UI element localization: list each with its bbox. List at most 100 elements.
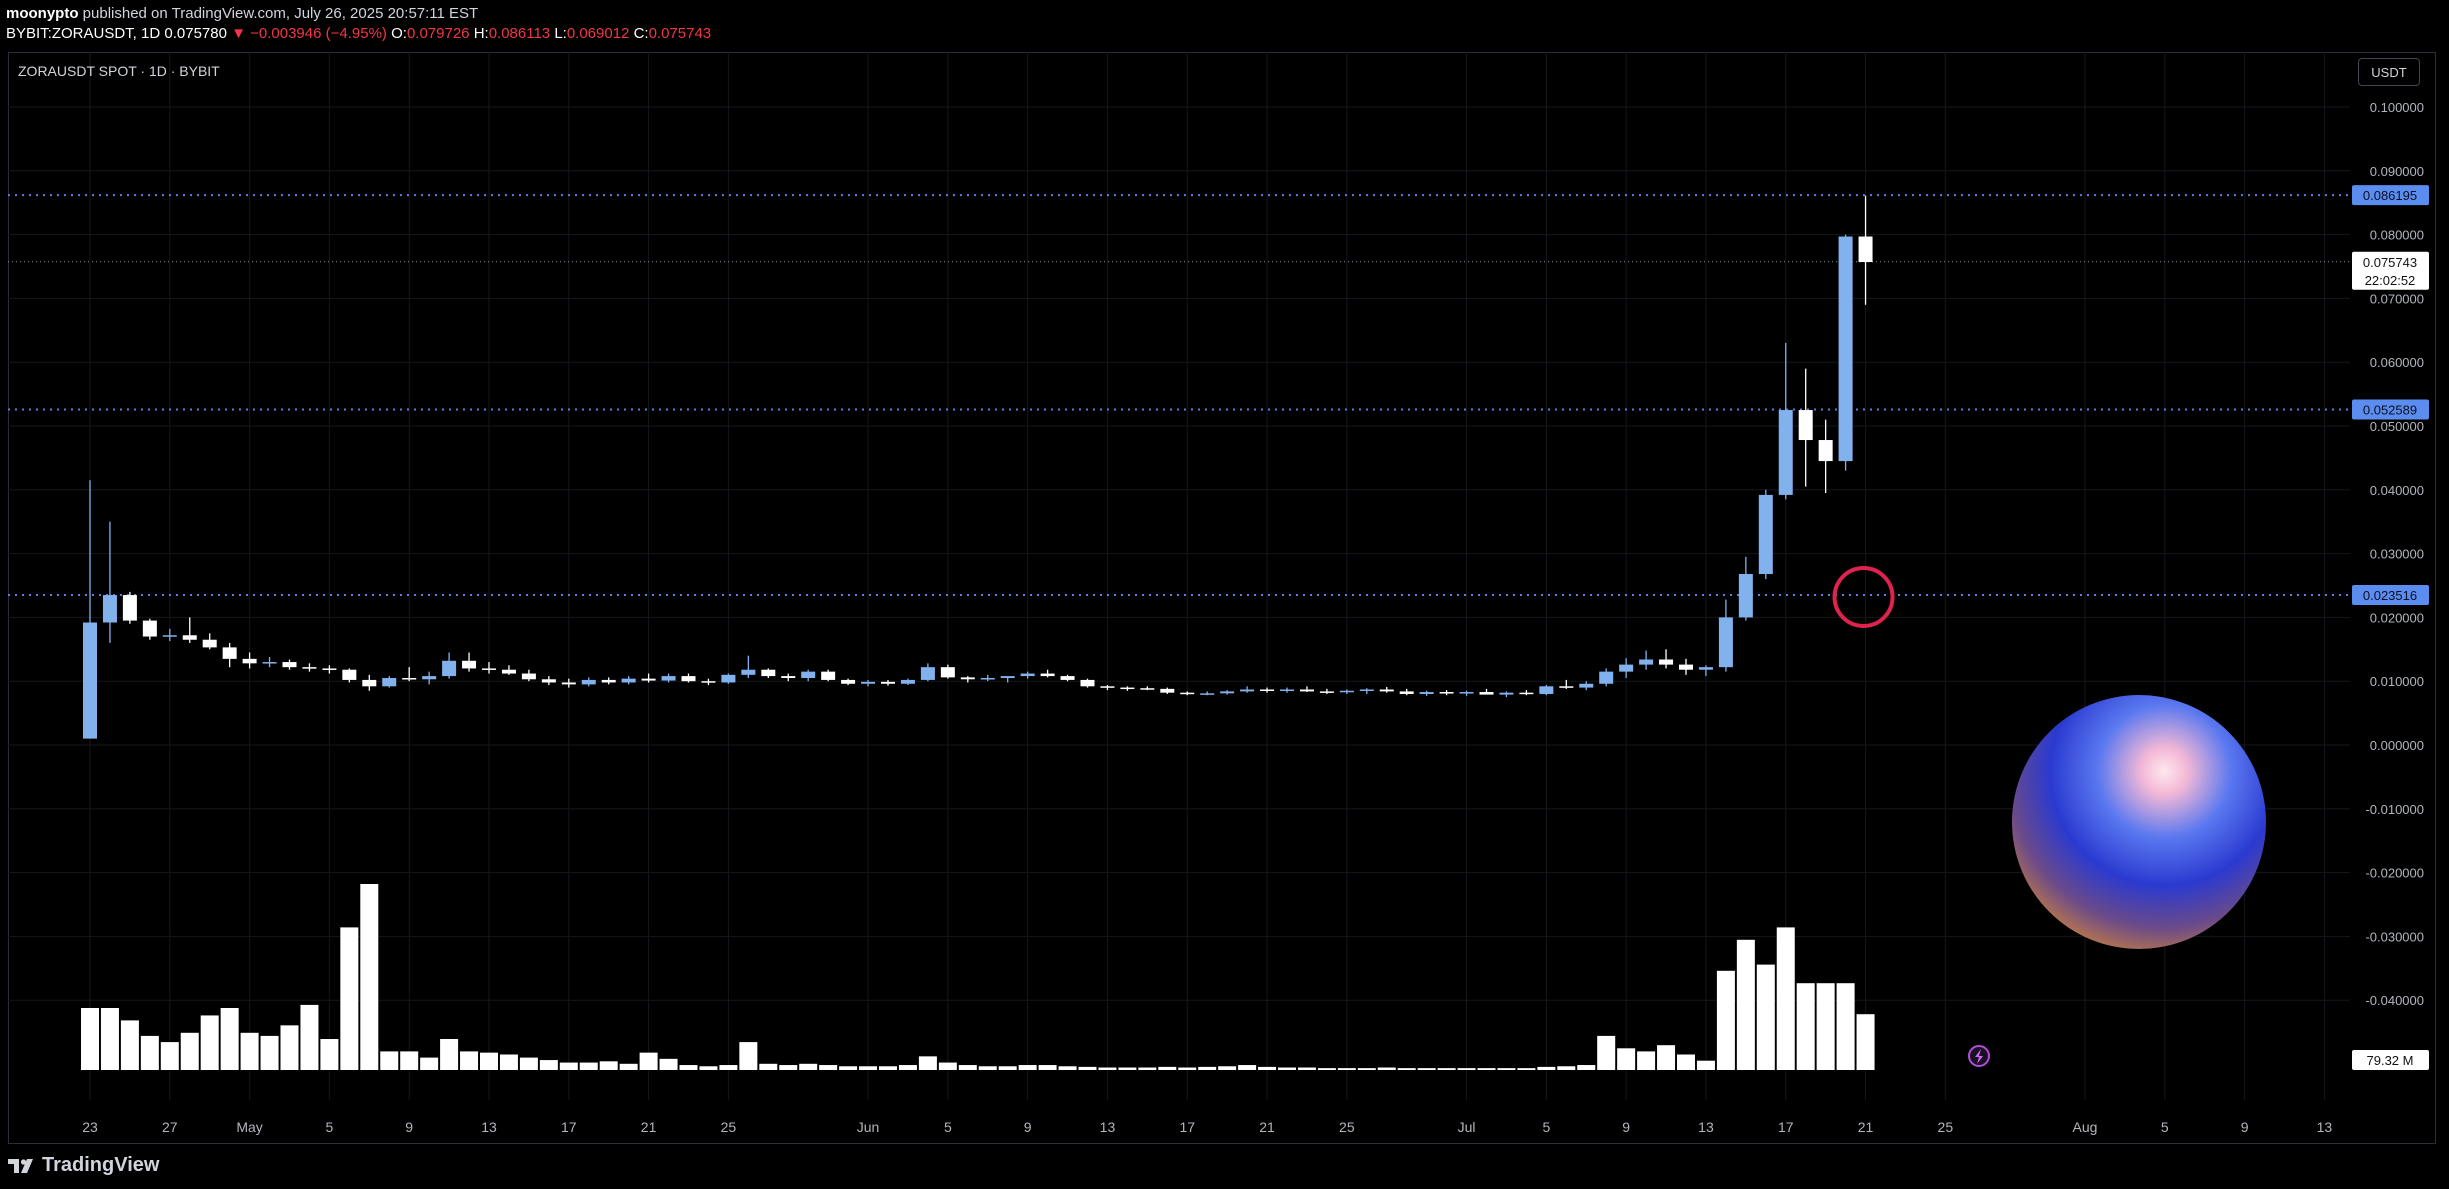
volume-bar bbox=[1617, 1048, 1636, 1070]
volume-bar bbox=[140, 1035, 159, 1070]
candle-body bbox=[262, 662, 277, 664]
volume-bar bbox=[839, 1066, 858, 1070]
candle-body bbox=[1499, 692, 1514, 695]
candle-body bbox=[102, 595, 117, 623]
y-tick-label: 0.070000 bbox=[2370, 291, 2424, 306]
candle-body bbox=[1718, 617, 1733, 668]
candle-body bbox=[1339, 690, 1354, 693]
volume-bar bbox=[1816, 983, 1835, 1070]
level-label: 0.023516 bbox=[2363, 588, 2417, 603]
candle-body bbox=[222, 647, 237, 659]
volume-bar bbox=[120, 1020, 139, 1070]
candle-body bbox=[781, 676, 796, 679]
x-tick-label: 13 bbox=[1100, 1119, 1116, 1135]
candle-body bbox=[242, 658, 257, 664]
candle-body bbox=[1419, 692, 1434, 694]
volume-bar bbox=[1856, 1014, 1875, 1070]
candle-body bbox=[881, 681, 895, 684]
volume-bar bbox=[1716, 970, 1735, 1070]
candle-body bbox=[83, 622, 97, 739]
volume-bar bbox=[1058, 1066, 1077, 1070]
volume-bar bbox=[1138, 1067, 1157, 1070]
volume-bar bbox=[460, 1051, 479, 1070]
y-tick-label: 0.100000 bbox=[2370, 100, 2424, 115]
volume-bar bbox=[659, 1058, 678, 1070]
volume-bar bbox=[420, 1057, 439, 1070]
volume-bar bbox=[1756, 964, 1775, 1070]
candle-body bbox=[960, 677, 975, 680]
volume-bar bbox=[100, 1008, 119, 1070]
candle-body bbox=[661, 676, 676, 681]
volume-bar bbox=[1118, 1067, 1137, 1070]
candle-body bbox=[1599, 671, 1614, 684]
y-tick-label: 0.090000 bbox=[2370, 164, 2424, 179]
x-tick-label: 25 bbox=[1339, 1119, 1355, 1135]
volume-bar bbox=[1357, 1068, 1376, 1070]
candle-body bbox=[122, 595, 137, 621]
volume-bar bbox=[978, 1066, 997, 1070]
volume-bar bbox=[1836, 983, 1855, 1070]
volume-bar bbox=[81, 1008, 99, 1070]
volume-bar bbox=[619, 1063, 638, 1070]
candle-body bbox=[1738, 574, 1753, 618]
candle-body bbox=[821, 671, 836, 680]
candle-body bbox=[1280, 689, 1294, 691]
y-tick-label: 0.010000 bbox=[2370, 674, 2424, 689]
volume-bar bbox=[1337, 1068, 1356, 1070]
candle-body bbox=[801, 671, 816, 679]
volume-bar bbox=[1437, 1068, 1456, 1070]
volume-bar bbox=[1557, 1066, 1576, 1070]
candle-body bbox=[1659, 659, 1674, 665]
volume-bar bbox=[579, 1062, 598, 1070]
x-tick-label: 17 bbox=[1179, 1119, 1195, 1135]
x-tick-label: 25 bbox=[721, 1119, 737, 1135]
candle-body bbox=[501, 669, 516, 674]
x-tick-label: 5 bbox=[944, 1119, 952, 1135]
candle-body bbox=[1639, 659, 1654, 665]
volume-bar bbox=[320, 1039, 339, 1070]
symbol-label: ZORAUSDT SPOT · 1D · BYBIT bbox=[18, 63, 220, 79]
volume-bar bbox=[958, 1065, 977, 1070]
candle-body bbox=[920, 667, 935, 680]
candle-body bbox=[202, 639, 217, 648]
y-tick-label: 0.050000 bbox=[2370, 419, 2424, 434]
x-tick-label: 9 bbox=[1622, 1119, 1630, 1135]
level-label: 0.052589 bbox=[2363, 402, 2417, 417]
volume-bar bbox=[759, 1063, 778, 1070]
volume-bar bbox=[1258, 1066, 1277, 1070]
volume-bar bbox=[1597, 1035, 1616, 1070]
volume-bar bbox=[1457, 1068, 1476, 1070]
candle-body bbox=[282, 662, 297, 668]
volume-bar bbox=[1317, 1068, 1336, 1070]
volume-bar bbox=[480, 1052, 498, 1070]
price-chart[interactable]: 0.086195 0.052589 0.023516 0.075743 22:02:52… bbox=[0, 0, 2449, 1189]
volume-bar bbox=[1657, 1045, 1676, 1070]
candle-body bbox=[1619, 664, 1634, 672]
candle-body bbox=[1579, 683, 1594, 688]
currency-button[interactable]: USDT bbox=[2358, 58, 2420, 86]
volume-bar bbox=[1736, 939, 1755, 1070]
volume-bar bbox=[440, 1039, 459, 1070]
candle-body bbox=[561, 682, 576, 685]
candle-body bbox=[142, 620, 157, 637]
candle-body bbox=[302, 667, 317, 669]
candle-body bbox=[701, 681, 716, 683]
volume-bar bbox=[519, 1057, 538, 1070]
candle-body bbox=[1559, 686, 1574, 688]
volume-bar bbox=[180, 1032, 199, 1070]
y-tick-label: -0.030000 bbox=[2365, 929, 2424, 944]
candle-body bbox=[162, 635, 177, 637]
y-tick-label: 0.060000 bbox=[2370, 355, 2424, 370]
candle-body bbox=[1679, 664, 1693, 670]
tradingview-logo[interactable]: TradingView bbox=[8, 1154, 159, 1177]
y-tick-label: -0.020000 bbox=[2365, 866, 2424, 881]
volume-bar bbox=[160, 1042, 179, 1070]
volume-bar bbox=[859, 1066, 878, 1070]
candle-body bbox=[442, 660, 457, 677]
x-tick-label: 5 bbox=[326, 1119, 334, 1135]
x-tick-label: Jun bbox=[857, 1119, 880, 1135]
x-tick-label: 21 bbox=[1858, 1119, 1874, 1135]
volume-bar bbox=[1417, 1068, 1436, 1070]
volume-bar bbox=[200, 1015, 219, 1070]
volume-bar bbox=[898, 1065, 917, 1070]
